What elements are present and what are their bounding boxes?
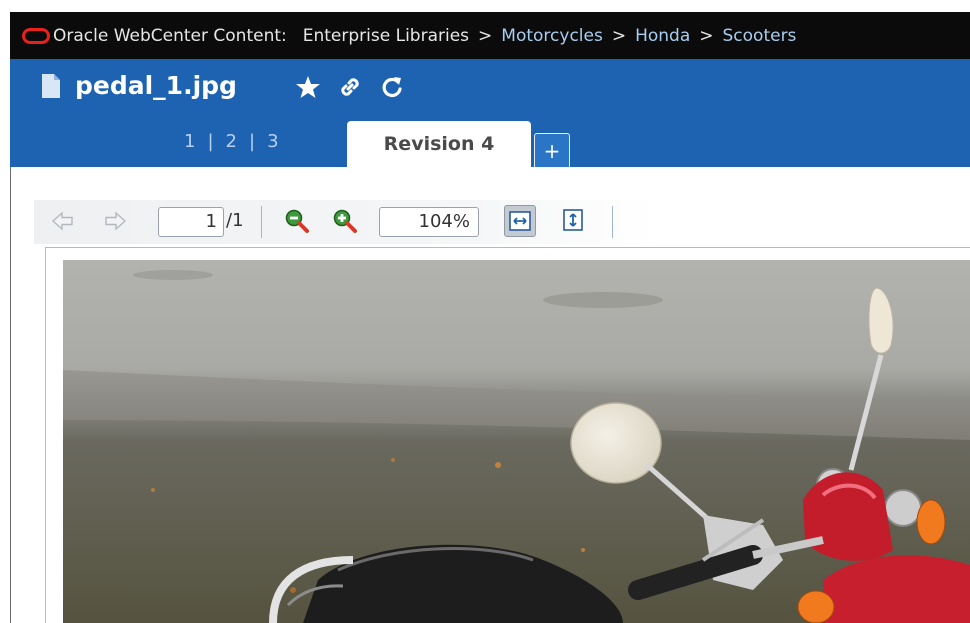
file-icon — [42, 73, 60, 98]
document-actions — [295, 74, 405, 100]
fit-height-icon — [563, 209, 583, 231]
revision-link-1[interactable]: 1 — [184, 131, 195, 152]
app-window: Oracle WebCenter Content: Enterprise Lib… — [0, 0, 970, 623]
oracle-logo-icon — [22, 28, 50, 44]
fit-width-icon — [509, 211, 531, 231]
top-bar: Oracle WebCenter Content: Enterprise Lib… — [10, 12, 970, 59]
toolbar-divider — [612, 206, 613, 238]
revision-links: 1 | 2 | 3 — [184, 131, 279, 152]
breadcrumb-separator: > — [611, 25, 627, 46]
revision-link-2[interactable]: 2 — [226, 131, 237, 152]
forward-arrow-icon[interactable] — [102, 208, 128, 234]
scooter-photo — [63, 260, 970, 623]
breadcrumb: Enterprise Libraries > Motorcycles > Hon… — [303, 26, 797, 46]
revision-tabs: 1 | 2 | 3 Revision 4 + — [10, 119, 970, 167]
refresh-icon[interactable] — [379, 74, 405, 100]
page-number-input[interactable]: 1 — [158, 207, 224, 237]
page-total: /1 — [226, 210, 244, 231]
zoom-level-input[interactable]: 104% — [379, 207, 479, 237]
viewer-toolbar: 1 /1 104% — [34, 200, 656, 244]
back-arrow-icon[interactable] — [50, 208, 76, 234]
link-icon[interactable] — [337, 74, 363, 100]
revision-divider: | — [248, 131, 256, 152]
document-title: pedal_1.jpg — [75, 71, 237, 100]
toolbar-divider — [261, 206, 262, 238]
breadcrumb-honda[interactable]: Honda — [635, 26, 690, 46]
zoom-out-icon[interactable] — [284, 208, 310, 234]
revision-link-3[interactable]: 3 — [267, 131, 278, 152]
breadcrumb-motorcycles[interactable]: Motorcycles — [501, 26, 603, 46]
app-name: Oracle WebCenter Content: — [53, 25, 287, 46]
breadcrumb-scooters[interactable]: Scooters — [723, 26, 797, 46]
breadcrumb-separator: > — [478, 25, 493, 46]
zoom-in-icon[interactable] — [332, 208, 358, 234]
fit-height-button[interactable] — [558, 205, 590, 237]
star-icon[interactable] — [295, 74, 321, 100]
viewer-border — [10, 167, 11, 623]
add-revision-button[interactable]: + — [534, 133, 570, 167]
breadcrumb-enterprise-libraries: Enterprise Libraries — [302, 25, 470, 46]
document-title-row: pedal_1.jpg — [42, 71, 237, 100]
breadcrumb-separator: > — [699, 25, 714, 46]
revision-divider: | — [207, 131, 214, 152]
tab-revision-4[interactable]: Revision 4 — [347, 121, 531, 167]
document-header: pedal_1.jpg 1 | 2 | 3 Revision 4 + — [10, 59, 970, 167]
document-image — [63, 260, 970, 623]
fit-width-button[interactable] — [504, 205, 536, 237]
